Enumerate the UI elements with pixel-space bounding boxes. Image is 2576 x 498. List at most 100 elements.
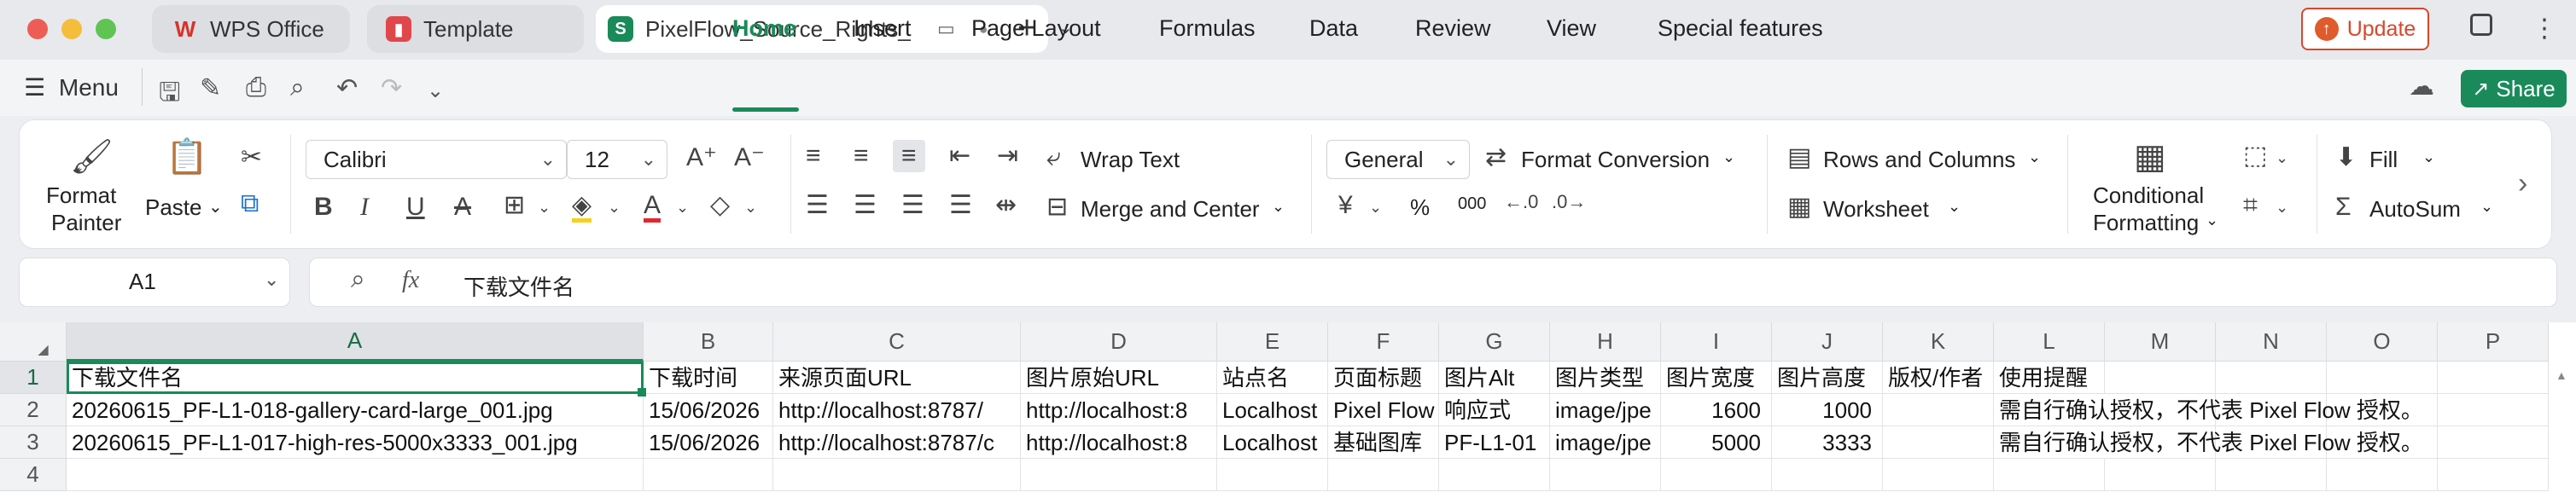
format-conversion-label[interactable]: Format Conversion [1521, 147, 1710, 173]
menu-button[interactable]: ☰ Menu [24, 73, 119, 101]
strikethrough-icon[interactable]: A [454, 194, 471, 220]
cell-style-icon[interactable]: ⬚ [2243, 143, 2267, 169]
chevron-down-icon[interactable]: ⌄ [264, 269, 279, 291]
share-button[interactable]: ↗ Share [2461, 70, 2567, 107]
bold-icon[interactable]: B [314, 194, 333, 220]
fill-chevron-icon[interactable]: ⌄ [2422, 148, 2435, 166]
font-color-chevron-icon[interactable]: ⌄ [676, 200, 689, 215]
cell-i1[interactable]: 图片宽度 [1661, 362, 1772, 394]
italic-icon[interactable]: I [360, 194, 369, 220]
column-header-f[interactable]: F [1328, 322, 1439, 362]
cell-h1[interactable]: 图片类型 [1550, 362, 1661, 394]
autosum-icon[interactable]: Σ [2335, 194, 2352, 220]
align-bottom-icon[interactable]: ≡ [893, 140, 925, 172]
cell-i3[interactable]: 5000 [1661, 426, 1772, 459]
cell-e1[interactable]: 站点名 [1217, 362, 1328, 394]
tab-special-features[interactable]: Special features [1658, 15, 1823, 42]
close-window-button[interactable] [27, 19, 48, 39]
format-conversion-chevron-icon[interactable]: ⌄ [1722, 148, 1735, 166]
rows-columns-label[interactable]: Rows and Columns [1823, 147, 2015, 173]
format-brush-icon[interactable]: ✎ [200, 73, 221, 103]
font-name-select[interactable]: Calibri ⌄ [306, 140, 567, 179]
align-middle-icon[interactable]: ≡ [854, 143, 869, 169]
redo-icon[interactable]: ↷ [381, 73, 402, 103]
cell-d1[interactable]: 图片原始URL [1021, 362, 1217, 394]
column-header-c[interactable]: C [773, 322, 1021, 362]
tab-review[interactable]: Review [1415, 15, 1491, 42]
increase-decimal-icon[interactable]: ←.0 [1504, 193, 1538, 211]
autosum-label[interactable]: AutoSum [2369, 196, 2461, 223]
name-box[interactable]: A1 ⌄ [19, 258, 290, 307]
crop-chevron-icon[interactable]: ⌄ [2276, 200, 2288, 215]
tab-data[interactable]: Data [1309, 15, 1358, 42]
align-center-icon[interactable]: ☰ [854, 193, 877, 218]
cell-j2[interactable]: 1000 [1772, 394, 1883, 426]
tab-wps-office[interactable]: W WPS Office [152, 5, 350, 53]
cell-style-chevron-icon[interactable]: ⌄ [2276, 150, 2288, 165]
cell-k1[interactable]: 版权/作者 [1883, 362, 1994, 394]
clear-format-icon[interactable]: ◇ [710, 193, 730, 218]
cell-i2[interactable]: 1600 [1661, 394, 1772, 426]
cloud-upload-icon[interactable]: ☁ [2409, 72, 2434, 101]
cell-e4[interactable] [1217, 459, 1328, 491]
cell-o4[interactable] [2327, 459, 2438, 491]
cell-p3[interactable] [2438, 426, 2549, 459]
cell-p1[interactable] [2438, 362, 2549, 394]
wrap-text-icon[interactable]: ⤶ [1046, 145, 1061, 171]
cell-l2[interactable]: 需自行确认授权，不代表 Pixel Flow 授权。 [1994, 394, 2423, 426]
row-header-4[interactable]: 4 [0, 459, 67, 491]
fill-label[interactable]: Fill [2369, 147, 2398, 173]
cell-d4[interactable] [1021, 459, 1217, 491]
merge-chevron-icon[interactable]: ⌄ [1272, 198, 1285, 216]
cell-a1[interactable]: 下载文件名 [67, 362, 644, 394]
worksheet-label[interactable]: Worksheet [1823, 196, 1929, 223]
cell-b2[interactable]: 15/06/2026 [644, 394, 773, 426]
more-icon[interactable]: ⋮ [2532, 14, 2557, 43]
worksheet-icon[interactable]: ▦ [1787, 194, 1811, 220]
currency-icon[interactable]: ¥ [1338, 193, 1353, 218]
autosum-chevron-icon[interactable]: ⌄ [2480, 198, 2493, 216]
column-header-o[interactable]: O [2327, 322, 2438, 362]
cell-k4[interactable] [1883, 459, 1994, 491]
vertical-scrollbar[interactable]: ▲ [2556, 368, 2571, 496]
currency-chevron-icon[interactable]: ⌄ [1369, 200, 1382, 215]
cell-g3[interactable]: PF-L1-01 [1439, 426, 1550, 459]
cell-h2[interactable]: image/jpe [1550, 394, 1661, 426]
cell-b4[interactable] [644, 459, 773, 491]
save-icon[interactable]: 🖫 [159, 73, 181, 117]
fill-color-chevron-icon[interactable]: ⌄ [608, 200, 621, 215]
align-right-icon[interactable]: ☰ [901, 193, 924, 218]
cut-icon[interactable]: ✂ [241, 145, 262, 171]
column-header-l[interactable]: L [1994, 322, 2105, 362]
paste-icon[interactable]: 📋 [166, 140, 208, 174]
cell-n4[interactable] [2216, 459, 2327, 491]
cell-h3[interactable]: image/jpe [1550, 426, 1661, 459]
cell-o1[interactable] [2327, 362, 2438, 394]
cell-c4[interactable] [773, 459, 1021, 491]
conditional-formatting-label-2[interactable]: Formatting [2093, 210, 2199, 236]
cell-c3[interactable]: http://localhost:8787/c [773, 426, 1021, 459]
wrap-text-label[interactable]: Wrap Text [1081, 147, 1180, 173]
cell-a4[interactable] [67, 459, 644, 491]
fill-color-icon[interactable]: ◈ [572, 193, 592, 223]
crop-icon[interactable]: ⌗ [2243, 193, 2258, 218]
cell-f4[interactable] [1328, 459, 1439, 491]
tab-formulas[interactable]: Formulas [1159, 15, 1256, 42]
merge-center-label[interactable]: Merge and Center [1081, 196, 1260, 223]
row-header-1[interactable]: 1 [0, 362, 67, 394]
column-header-h[interactable]: H [1550, 322, 1661, 362]
cell-h4[interactable] [1550, 459, 1661, 491]
justify-icon[interactable]: ☰ [949, 193, 972, 218]
print-preview-icon[interactable]: ⌕ [290, 73, 305, 102]
tab-view[interactable]: View [1547, 15, 1596, 42]
conditional-formatting-label-1[interactable]: Conditional [2093, 182, 2204, 209]
conditional-formatting-chevron-icon[interactable]: ⌄ [2206, 211, 2218, 229]
column-header-p[interactable]: P [2438, 322, 2549, 362]
cell-f2[interactable]: Pixel Flow [1328, 394, 1439, 426]
cell-l1[interactable]: 使用提醒 [1994, 362, 2105, 394]
cell-g2[interactable]: 响应式 [1439, 394, 1550, 426]
column-header-g[interactable]: G [1439, 322, 1550, 362]
quick-access-chevron-icon[interactable]: ⌄ [427, 78, 444, 103]
cell-c2[interactable]: http://localhost:8787/ [773, 394, 1021, 426]
cell-g4[interactable] [1439, 459, 1550, 491]
